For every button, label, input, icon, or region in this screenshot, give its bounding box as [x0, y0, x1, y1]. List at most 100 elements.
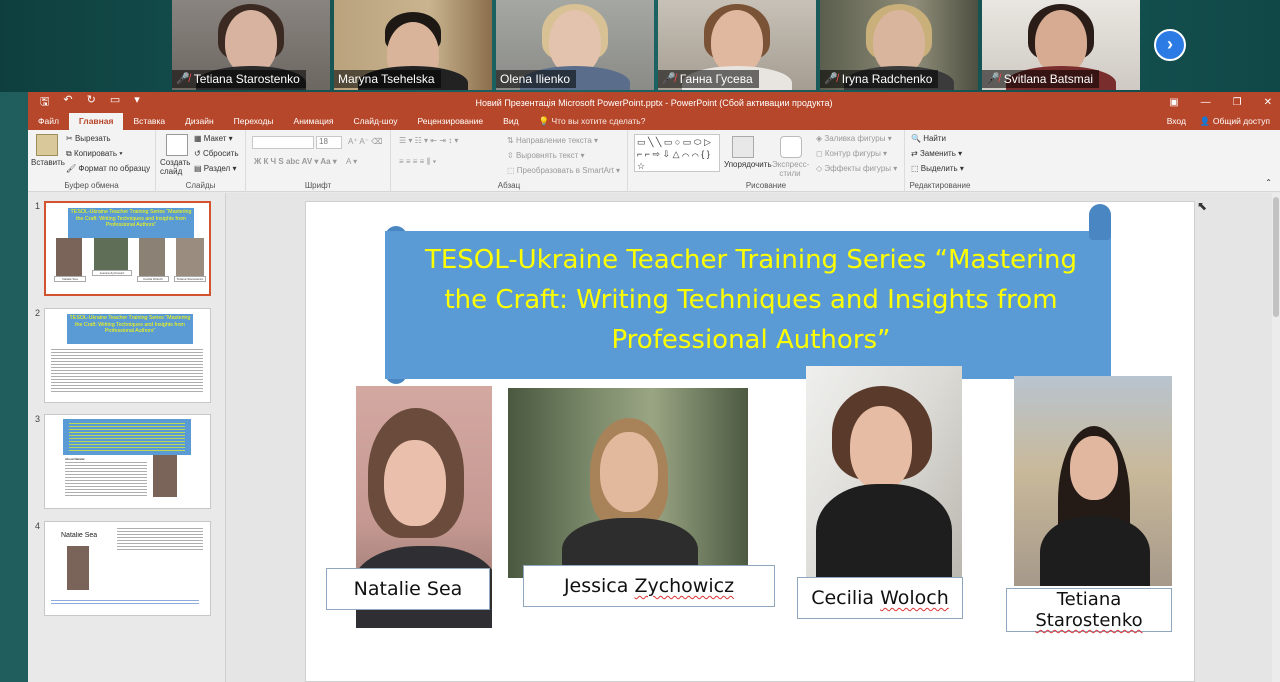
shape-outline-button[interactable]: ◻ Контур фигуры ▾ — [816, 149, 887, 158]
quick-styles-icon[interactable] — [780, 136, 802, 158]
slide-thumbnail-1[interactable]: TESOL-Ukraine Teacher Training Series “M… — [44, 201, 211, 296]
text-direction-button[interactable]: ⇅ Направление текста ▾ — [507, 136, 598, 145]
shape-fill-button[interactable]: ◈ Заливка фигуры ▾ — [816, 134, 892, 143]
scroll-banner-right-roll — [1089, 204, 1111, 240]
speaker-photo-cecilia-woloch[interactable] — [806, 366, 962, 584]
speaker-name-box[interactable]: Cecilia Woloch — [797, 577, 963, 619]
thumbnail-link-text — [51, 600, 199, 606]
replace-button[interactable]: ⇄ Заменить ▾ — [911, 149, 962, 158]
participant-tile[interactable]: Olena Ilienko — [496, 0, 654, 90]
layout-button[interactable]: ▦ Макет ▾ — [194, 134, 233, 143]
speaker-name-box[interactable]: Jessica Zychowicz — [523, 565, 775, 607]
thumbnail-photo — [176, 238, 204, 276]
minimize-icon[interactable]: — — [1201, 97, 1211, 108]
copy-button[interactable]: ⧉ Копировать ▾ — [66, 149, 123, 159]
font-group: 18 A⁺ A⁻ ⌫ Ж К Ч S abc AV ▾ Aa ▾ A ▾ Шри… — [246, 130, 391, 192]
participant-tile[interactable]: 🎤̸ Tetiana Starostenko — [172, 0, 330, 90]
thumbnail-photo — [56, 238, 82, 276]
slide-title[interactable]: TESOL-Ukraine Teacher Training Series “M… — [406, 240, 1096, 360]
collapse-ribbon-icon[interactable]: ⌃ — [1265, 178, 1272, 187]
new-slide-button[interactable]: Создать слайд — [160, 158, 190, 176]
slide-thumbnail-pane: 1 TESOL-Ukraine Teacher Training Series … — [28, 193, 226, 682]
mic-off-icon: 🎤̸ — [824, 73, 838, 85]
tab-slideshow[interactable]: Слайд-шоу — [343, 113, 407, 130]
thumbnail-title: TESOL-Ukraine Teacher Training Series “M… — [70, 209, 192, 228]
speaker-name-box[interactable]: Tetiana Starostenko — [1006, 588, 1172, 632]
thumbnail-body-text — [51, 349, 203, 393]
tell-me-search[interactable]: 💡 Что вы хотите сделать? — [529, 113, 646, 130]
participant-name-tag: 🎤̸ Svitlana Batsmai — [982, 70, 1100, 88]
tab-view[interactable]: Вид — [493, 113, 528, 130]
share-button[interactable]: 👤 Общий доступ — [1200, 113, 1270, 130]
paste-button[interactable]: Вставить — [31, 158, 65, 167]
title-bar: 🖫 ↶ ↻ ▭ ▾ Новий Презентація Microsoft Po… — [28, 92, 1280, 113]
vertical-scrollbar[interactable] — [1272, 193, 1280, 682]
reset-button[interactable]: ↺ Сбросить — [194, 149, 239, 158]
window-title: Новий Презентація Microsoft PowerPoint.p… — [475, 97, 833, 108]
font-style-buttons[interactable]: Ж К Ч S abc AV ▾ Aa ▾ — [254, 157, 337, 166]
user-icon: 👤 — [1199, 116, 1211, 126]
arrange-button[interactable]: Упорядочить — [724, 160, 772, 169]
find-button[interactable]: 🔍 Найти — [911, 134, 946, 143]
participant-name-tag: 🎤̸ Tetiana Starostenko — [172, 70, 306, 88]
mic-off-icon: 🎤̸ — [176, 73, 190, 85]
redo-icon[interactable]: ↻ — [87, 93, 96, 112]
current-slide[interactable]: TESOL-Ukraine Teacher Training Series “M… — [305, 201, 1195, 682]
tab-insert[interactable]: Вставка — [123, 113, 175, 130]
new-slide-icon[interactable] — [166, 134, 188, 156]
format-painter-button[interactable]: 🖌 Формат по образцу — [66, 164, 150, 173]
participant-name-tag: 🎤̸ Iryna Radchenko — [820, 70, 939, 88]
font-color-icon[interactable]: A ▾ — [346, 157, 357, 166]
shapes-gallery[interactable]: ▭ ╲ ╲ ▭ ○ ▭ ⬭ ▷ ⌐ ⌐ ⇨ ⇩ △ ⌒ ⌒ { } ☆ — [634, 134, 720, 172]
slide-thumbnail-3[interactable]: About Natalie: — [44, 414, 211, 509]
save-icon[interactable]: 🖫 — [40, 93, 49, 112]
quick-styles-button[interactable]: Экспресс-стили — [772, 160, 809, 178]
cut-button[interactable]: ✂ Вырезать — [66, 134, 111, 143]
thumbnail-photo — [139, 238, 165, 276]
convert-smartart-button[interactable]: ⬚ Преобразовать в SmartArt ▾ — [507, 166, 620, 175]
ribbon-display-icon[interactable]: ▣ — [1169, 97, 1178, 108]
tab-design[interactable]: Дизайн — [175, 113, 224, 130]
tab-home[interactable]: Главная — [68, 113, 124, 130]
restore-icon[interactable]: ❐ — [1233, 97, 1242, 108]
customize-qat-icon[interactable]: ▾ — [134, 93, 140, 112]
speaker-name-box[interactable]: Natalie Sea — [326, 568, 490, 610]
clipboard-group-label: Буфер обмена — [64, 181, 119, 190]
close-icon[interactable]: ✕ — [1264, 97, 1272, 108]
paste-icon[interactable] — [36, 134, 58, 156]
tab-review[interactable]: Рецензирование — [408, 113, 494, 130]
tab-animations[interactable]: Анимация — [284, 113, 344, 130]
slide-thumbnail-4[interactable]: Natalie Sea — [44, 521, 211, 616]
font-name-field[interactable] — [252, 136, 314, 149]
tab-transitions[interactable]: Переходы — [224, 113, 284, 130]
thumbnail-number: 1 — [35, 201, 41, 211]
list-buttons[interactable]: ☰ ▾ ☷ ▾ ⇤ ⇥ ↕ ▾ — [399, 136, 458, 145]
grow-shrink-font-icons[interactable]: A⁺ A⁻ ⌫ — [348, 137, 382, 146]
speaker-photo-tetiana-starostenko[interactable] — [1014, 376, 1172, 586]
sign-in-link[interactable]: Вход — [1167, 113, 1186, 130]
shape-effects-button[interactable]: ◇ Эффекты фигуры ▾ — [816, 164, 897, 173]
zoom-participant-strip: 🎤̸ Tetiana Starostenko Maryna Tsehelska … — [0, 0, 1280, 92]
select-button[interactable]: ⬚ Выделить ▾ — [911, 164, 964, 173]
participant-tile[interactable]: 🎤̸ Svitlana Batsmai — [982, 0, 1140, 90]
participant-tile[interactable]: 🎤̸ Iryna Radchenko — [820, 0, 978, 90]
arrange-icon[interactable] — [732, 136, 754, 158]
next-page-arrow-icon[interactable]: › — [1154, 29, 1186, 61]
section-button[interactable]: ▤ Раздел ▾ — [194, 164, 236, 173]
participant-tile-active-speaker[interactable]: Maryna Tsehelska — [334, 0, 492, 90]
mic-off-icon: 🎤̸ — [662, 73, 676, 85]
slide-thumbnail-2[interactable]: TESOL-Ukraine Teacher Training Series “M… — [44, 308, 211, 403]
speaker-photo-jessica-zychowicz[interactable] — [508, 388, 748, 578]
slide-edit-area: TESOL-Ukraine Teacher Training Series “M… — [226, 193, 1280, 682]
start-slideshow-icon[interactable]: ▭ — [110, 93, 120, 112]
participant-tile[interactable]: 🎤̸ Ганна Гусева — [658, 0, 816, 90]
undo-icon[interactable]: ↶ — [63, 93, 72, 112]
scrollbar-thumb[interactable] — [1273, 197, 1279, 317]
font-size-field[interactable]: 18 — [316, 136, 342, 149]
thumbnail-title: TESOL-Ukraine Teacher Training Series “M… — [69, 315, 191, 334]
thumbnail-photo — [153, 455, 177, 497]
ribbon-tabs: Файл Главная Вставка Дизайн Переходы Ани… — [28, 113, 1280, 130]
align-text-button[interactable]: ⇳ Выровнять текст ▾ — [507, 151, 585, 160]
tab-file[interactable]: Файл — [28, 113, 69, 130]
align-buttons[interactable]: ≡ ≡ ≡ ≡ ⫼ ▾ — [399, 157, 436, 167]
